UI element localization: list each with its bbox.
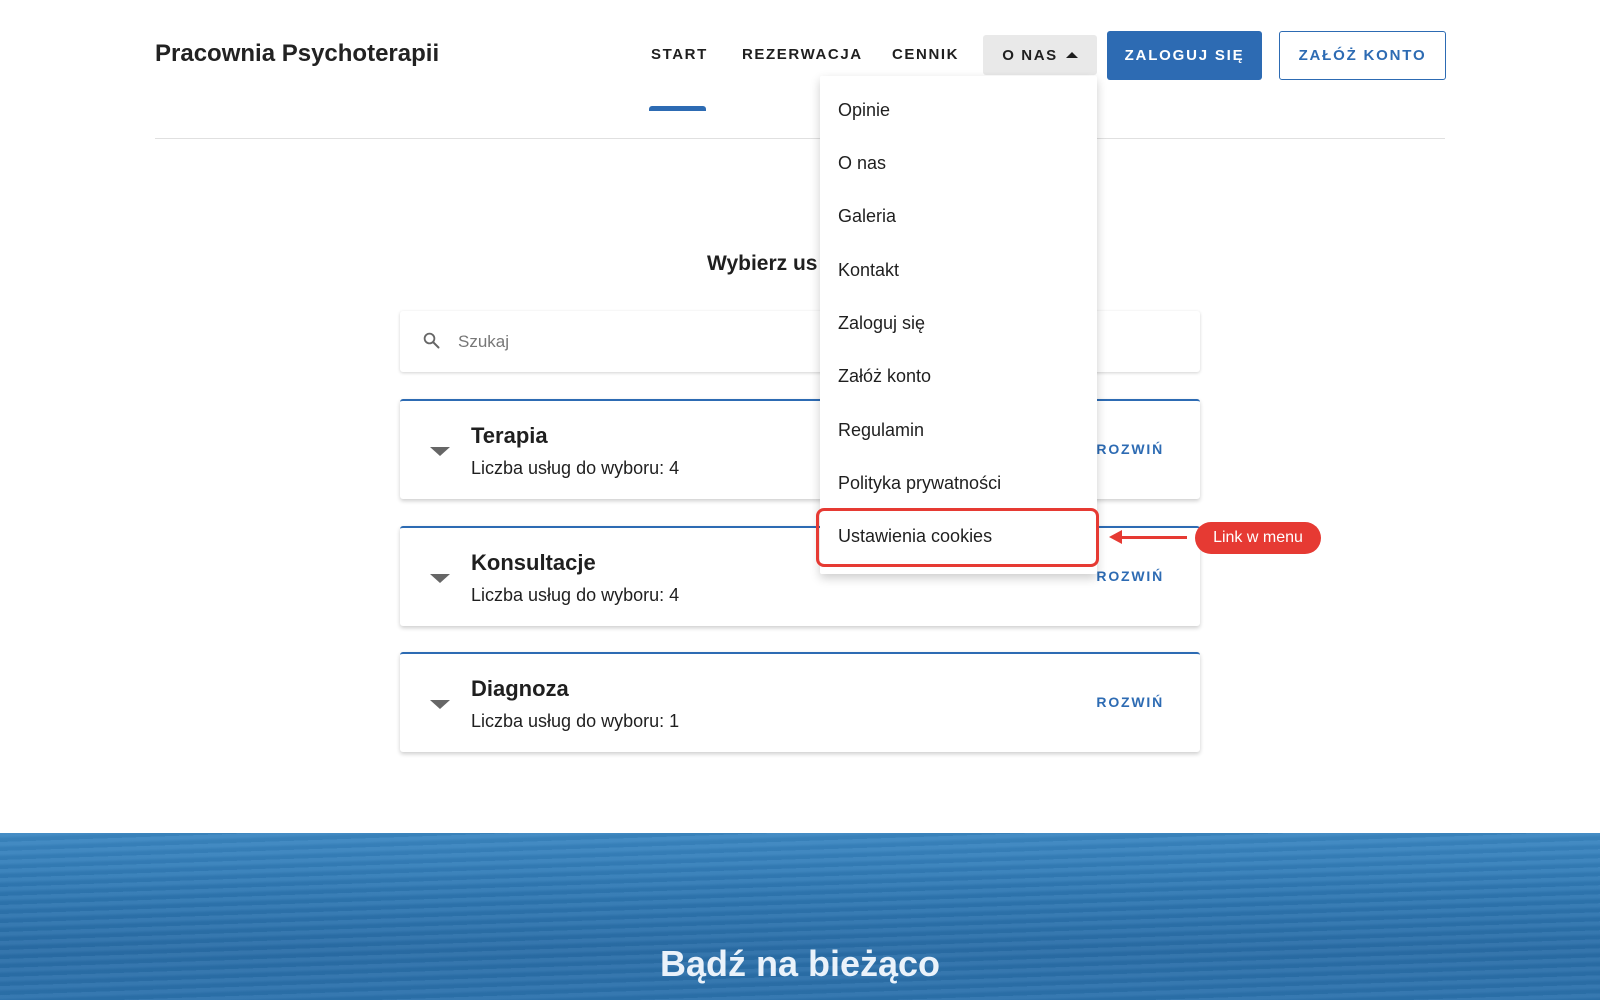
- menu-item-zaloz-konto[interactable]: Załóż konto: [838, 366, 931, 387]
- category-count: Liczba usług do wyboru: 1: [471, 711, 680, 731]
- category-title: Diagnoza: [471, 676, 569, 701]
- category-title: Terapia: [471, 423, 548, 448]
- o-nas-dropdown-menu: Opinie O nas Galeria Kontakt Zaloguj się…: [820, 76, 1097, 574]
- caret-up-icon: [1065, 52, 1078, 58]
- services-title: Wybierz us: [707, 252, 818, 275]
- chevron-down-icon[interactable]: [430, 700, 450, 709]
- login-button[interactable]: ZALOGUJ SIĘ: [1107, 31, 1262, 80]
- search-input[interactable]: [456, 328, 810, 356]
- nav-rezerwacja[interactable]: REZERWACJA: [742, 46, 863, 63]
- menu-item-o-nas[interactable]: O nas: [838, 153, 886, 174]
- arrow-left-icon: [1109, 530, 1122, 544]
- chevron-down-icon[interactable]: [430, 447, 450, 456]
- menu-item-kontakt[interactable]: Kontakt: [838, 260, 899, 281]
- nav-o-nas-label: O NAS: [1002, 46, 1058, 64]
- menu-item-polityka[interactable]: Polityka prywatności: [838, 473, 1001, 494]
- category-title: Konsultacje: [471, 550, 596, 575]
- category-count: Liczba usług do wyboru: 4: [471, 458, 680, 478]
- nav-cennik[interactable]: CENNIK: [892, 46, 959, 63]
- category-count: Liczba usług do wyboru: 4: [471, 585, 680, 605]
- newsletter-title: Bądź na bieżąco: [659, 943, 941, 984]
- cookies-highlight-frame: [816, 508, 1099, 567]
- category-card-diagnoza[interactable]: Diagnoza Liczba usług do wyboru: 1 ROZWI…: [400, 652, 1200, 752]
- nav-start[interactable]: START: [651, 46, 708, 63]
- expand-button[interactable]: ROZWIŃ: [1096, 568, 1164, 584]
- nav-active-indicator: [649, 106, 706, 111]
- expand-button[interactable]: ROZWIŃ: [1096, 694, 1164, 710]
- menu-item-galeria[interactable]: Galeria: [838, 206, 896, 227]
- menu-item-opinie[interactable]: Opinie: [838, 100, 890, 121]
- site-brand[interactable]: Pracownia Psychoterapii: [155, 40, 439, 68]
- chevron-down-icon[interactable]: [430, 574, 450, 583]
- nav-o-nas-button[interactable]: O NAS: [983, 35, 1097, 75]
- expand-button[interactable]: ROZWIŃ: [1096, 441, 1164, 457]
- search-icon: [423, 332, 440, 349]
- annotation-arrow-line: [1121, 536, 1187, 539]
- menu-item-regulamin[interactable]: Regulamin: [838, 420, 924, 441]
- register-button[interactable]: ZAŁÓŻ KONTO: [1279, 31, 1446, 80]
- header-divider: [155, 138, 1445, 139]
- annotation-label: Link w menu: [1195, 522, 1321, 554]
- menu-item-zaloguj[interactable]: Zaloguj się: [838, 313, 925, 334]
